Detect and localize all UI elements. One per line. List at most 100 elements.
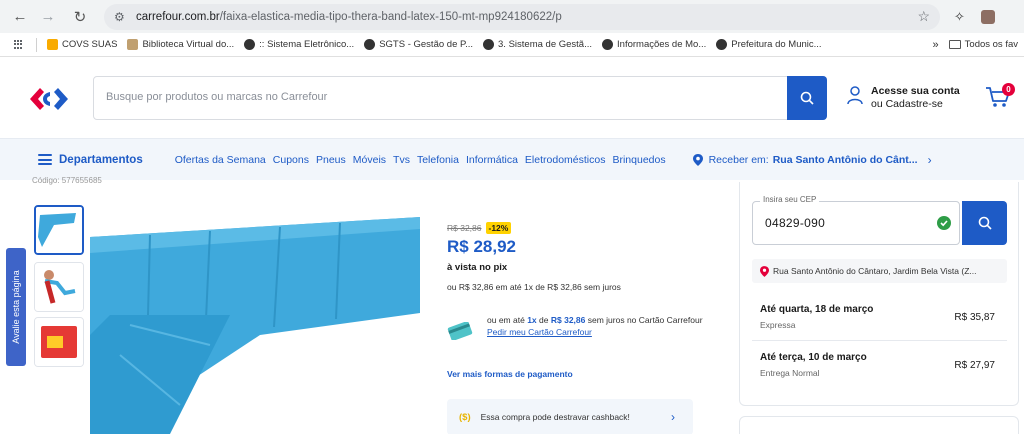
feedback-tab[interactable]: Avalie esta página	[6, 248, 26, 366]
bookmarks-bar: COVS SUAS Biblioteca Virtual do... :: Si…	[0, 33, 1024, 57]
cashback-banner[interactable]: ($) Essa compra pode destravar cashback!…	[447, 399, 693, 434]
more-payment-options-link[interactable]: Ver mais formas de pagamento	[447, 369, 573, 379]
nav-link-cupons[interactable]: Cupons	[273, 154, 309, 166]
shipping-divider	[752, 340, 1007, 341]
apps-grid-icon[interactable]	[14, 39, 24, 50]
installments-text: ou R$ 32,86 em até 1x de R$ 32,86 sem ju…	[447, 282, 621, 292]
nav-link-eletrodomesticos[interactable]: Eletrodomésticos	[525, 154, 606, 166]
nav-link-telefonia[interactable]: Telefonia	[417, 154, 459, 166]
package-thumbnail-image	[35, 318, 83, 366]
receive-address: Rua Santo Antônio do Cânt...	[772, 153, 918, 166]
forward-icon[interactable]: →	[36, 5, 60, 29]
bookmark-covs-suas[interactable]: COVS SUAS	[47, 39, 117, 50]
library-icon	[127, 39, 139, 50]
search-input[interactable]: Busque por produtos ou marcas no Carrefo…	[93, 76, 827, 120]
address-url[interactable]: carrefour.com.br/faixa-elastica-media-ti…	[136, 11, 562, 23]
shipping-option-price: R$ 35,87	[954, 312, 995, 323]
globe-icon	[716, 39, 728, 50]
url-path: /faixa-elastica-media-tipo-thera-band-la…	[219, 10, 562, 23]
bookmark-label: Prefeitura do Munic...	[731, 39, 822, 50]
profile-icon[interactable]	[980, 9, 995, 24]
all-bookmarks-button[interactable]: Todos os fav	[948, 39, 1018, 50]
band-thumbnail-image	[36, 207, 82, 253]
cep-label: Insira seu CEP	[760, 195, 820, 204]
feedback-tab-label: Avalie esta página	[11, 270, 21, 344]
bookmark-sistema-gestao[interactable]: 3. Sistema de Gestã...	[483, 39, 592, 50]
delivery-location-button[interactable]: Receber em: Rua Santo Antônio do Cânt...…	[692, 153, 932, 167]
search-icon	[800, 91, 814, 105]
shipping-option-express[interactable]: Até quarta, 18 de março Expressa R$ 35,8…	[760, 304, 995, 330]
bookmark-label: COVS SUAS	[62, 39, 118, 50]
credit-card-icon	[447, 322, 473, 340]
cart-count-badge: 0	[1002, 83, 1015, 96]
bookmark-prefeitura[interactable]: Prefeitura do Munic...	[716, 39, 822, 50]
product-thumbnail-1[interactable]	[34, 205, 84, 255]
search-placeholder: Busque por produtos ou marcas no Carrefo…	[106, 91, 328, 103]
extensions-icon[interactable]: ✧	[954, 9, 965, 25]
old-price: R$ 32,86	[447, 223, 482, 233]
delivery-address: Rua Santo Antônio do Cântaro, Jardim Bel…	[752, 259, 1007, 283]
bookmark-label: Biblioteca Virtual do...	[142, 39, 235, 50]
nav-link-moveis[interactable]: Móveis	[353, 154, 386, 166]
reload-icon[interactable]: ↻	[68, 5, 92, 29]
nav-link-informatica[interactable]: Informática	[466, 154, 518, 166]
bookmark-label: Informações de Mo...	[617, 39, 707, 50]
globe-icon	[483, 39, 495, 50]
old-price-row: R$ 32,86 -12%	[447, 222, 717, 234]
globe-icon	[602, 39, 614, 50]
card-offer: ou em até 1x de R$ 32,86 sem juros no Ca…	[447, 314, 707, 340]
account-line-1: Acesse sua conta	[871, 85, 960, 97]
cep-input[interactable]: 04829-090	[752, 201, 960, 245]
search-button[interactable]	[787, 76, 827, 120]
nav-link-tvs[interactable]: Tvs	[393, 154, 410, 166]
search-icon	[978, 216, 992, 230]
card-amount: R$ 32,86	[550, 315, 586, 325]
product-thumbnail-2[interactable]	[34, 262, 84, 312]
location-pin-icon	[760, 265, 769, 277]
nav-link-pneus[interactable]: Pneus	[316, 154, 346, 166]
bookmarks-divider	[36, 37, 37, 52]
product-code: Código: 577655685	[32, 176, 102, 185]
folder-outline-icon	[948, 40, 961, 49]
globe-icon	[244, 39, 256, 50]
bookmark-sistema-eletronico[interactable]: :: Sistema Eletrônico...	[244, 39, 354, 50]
bookmark-star-icon[interactable]: ☆	[917, 8, 930, 25]
chevron-right-icon: ›	[671, 410, 675, 424]
bookmarks-overflow-button[interactable]: »	[933, 39, 939, 51]
cart-button[interactable]: 0	[984, 83, 1015, 113]
carrefour-logo[interactable]	[28, 86, 72, 112]
cashback-text: Essa compra pode destravar cashback!	[480, 412, 630, 422]
address-bar[interactable]: ⚙ carrefour.com.br/faixa-elastica-media-…	[104, 3, 940, 30]
page-root: ← → ↻ ⚙ carrefour.com.br/faixa-elastica-…	[0, 0, 1024, 434]
shipping-option-price: R$ 27,97	[954, 360, 995, 371]
back-icon[interactable]: ←	[8, 5, 32, 29]
url-domain: carrefour.com.br	[136, 10, 220, 23]
request-card-link[interactable]: Pedir meu Cartão Carrefour	[487, 326, 703, 338]
account-link[interactable]: Acesse sua conta ou Cadastre-se	[847, 85, 960, 111]
menu-icon	[38, 154, 52, 165]
product-thumbnail-3[interactable]	[34, 317, 84, 367]
card-installments: 1x	[527, 315, 537, 325]
nav-link-brinquedos[interactable]: Brinquedos	[612, 154, 665, 166]
receive-label: Receber em:	[708, 153, 769, 166]
pix-label: à vista no pix	[447, 262, 508, 273]
product-main-image[interactable]	[90, 195, 420, 434]
all-bookmarks-label: Todos os fav	[964, 39, 1018, 50]
card-offer-texts: ou em até 1x de R$ 32,86 sem juros no Ca…	[487, 314, 703, 340]
cep-search-button[interactable]	[962, 201, 1007, 245]
elastic-band-image	[90, 195, 420, 434]
check-circle-icon	[937, 216, 951, 230]
price-block: R$ 32,86 -12% R$ 28,92 à vista no pix ou…	[447, 222, 717, 292]
bookmark-informacoes[interactable]: Informações de Mo...	[602, 39, 706, 50]
nav-link-ofertas[interactable]: Ofertas da Semana	[175, 154, 266, 166]
departments-label: Departamentos	[59, 153, 143, 166]
secondary-panel	[739, 416, 1019, 434]
bookmark-biblioteca[interactable]: Biblioteca Virtual do...	[127, 39, 234, 50]
bookmark-sgts[interactable]: SGTS - Gestão de P...	[364, 39, 473, 50]
folder-icon	[47, 39, 58, 50]
site-settings-icon[interactable]: ⚙	[114, 10, 130, 24]
shipping-option-normal[interactable]: Até terça, 10 de março Entrega Normal R$…	[760, 352, 995, 378]
cep-value: 04829-090	[765, 216, 826, 230]
bookmark-label: :: Sistema Eletrônico...	[259, 39, 355, 50]
departments-button[interactable]: Departamentos	[38, 154, 143, 166]
